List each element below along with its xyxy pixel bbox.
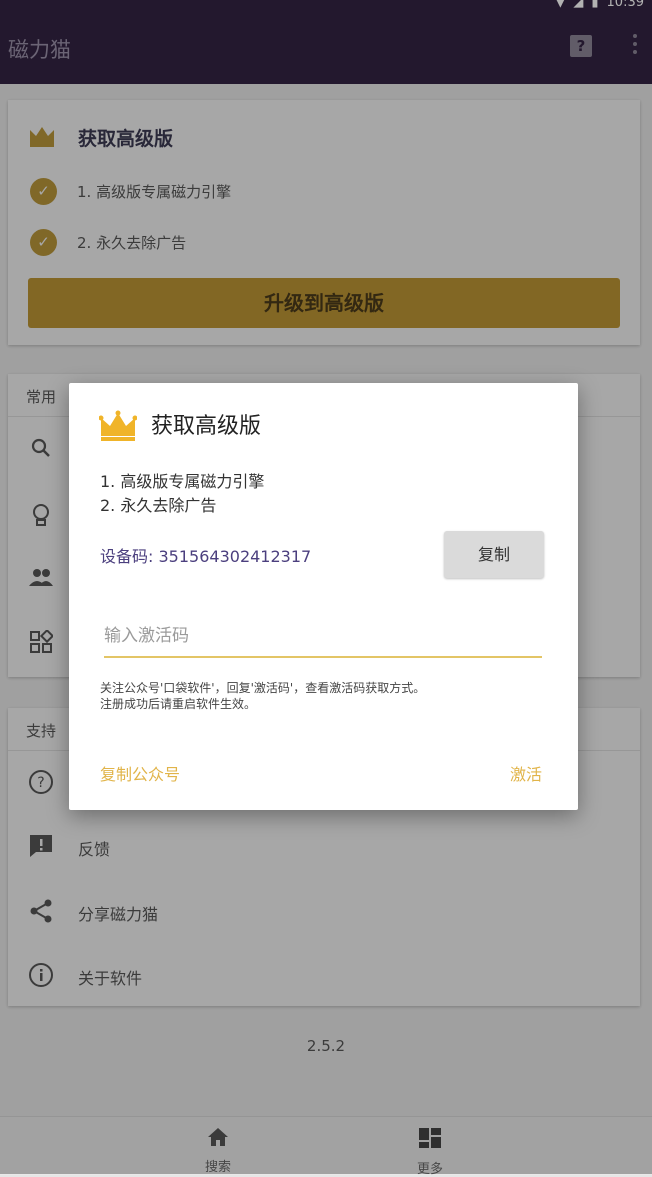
device-code-row: 设备码: 351564302412317 [100,543,311,567]
copy-device-code-button[interactable]: 复制 [444,531,544,578]
dialog-feature-item: 1. 高级版专属磁力引擎 [100,472,265,491]
dialog-hint: 注册成功后请重启软件生效。 [100,697,257,711]
device-code-label: 设备码: [100,547,154,566]
crown-icon [99,410,137,441]
premium-dialog: 获取高级版 1. 高级版专属磁力引擎 2. 永久去除广告 设备码: 351564… [69,383,578,810]
dialog-title: 获取高级版 [151,414,262,439]
copy-account-button[interactable]: 复制公众号 [100,761,180,785]
activate-button[interactable]: 激活 [510,761,542,785]
dialog-feature-item: 2. 永久去除广告 [100,496,217,515]
dialog-hint: 关注公众号'口袋软件'，回复'激活码'，查看激活码获取方式。 [100,681,426,695]
device-code-value: 351564302412317 [158,547,312,566]
activation-code-input[interactable] [104,616,542,658]
